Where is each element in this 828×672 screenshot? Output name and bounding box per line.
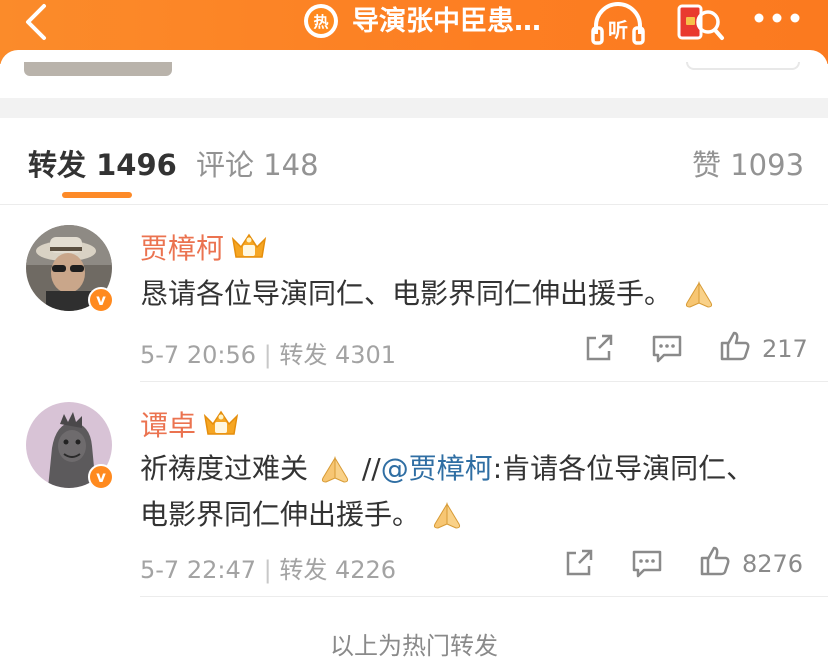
tab-reposts[interactable]: 转发 1496 [28,142,177,184]
verified-badge: v [88,464,114,490]
repost-meta: 5-7 20:56 | 转发 4301 [140,335,396,370]
meta-separator: | [263,556,280,584]
tab-comments[interactable]: 评论 148 [196,142,319,184]
repost-time: 5-7 20:56 [140,341,256,369]
like-thumb-icon[interactable] [718,329,752,363]
tabs-divider [0,204,828,205]
section-gap [0,98,828,118]
username[interactable]: 谭卓 [140,404,196,444]
hot-badge-text: 热 [308,8,334,34]
username[interactable]: 贾樟柯 [140,227,224,267]
repost-count[interactable]: 转发 4226 [279,556,396,584]
comment-icon[interactable] [650,331,684,365]
hot-reposts-footer: 以上为热门转发 [330,632,498,660]
more-options-icon[interactable] [752,8,802,28]
repost-text-prefix: 祈祷度过难关 [140,452,309,485]
share-icon[interactable] [582,331,616,365]
meta-separator: | [263,341,280,369]
vip-crown-icon [203,410,239,435]
listen-headphones-icon[interactable]: 听 [590,0,646,46]
repost-text-body: 恳请各位导演同仁、电影界同仁伸出援手。 [140,277,673,310]
tab-likes[interactable]: 赞 1093 [692,142,804,184]
hot-topic-badge: 热 [304,4,338,38]
comment-icon[interactable] [630,546,664,580]
page-title[interactable]: 导演张中臣患… [352,2,541,42]
listen-label: 听 [608,18,628,42]
active-tab-indicator [62,192,132,198]
post-thumbnail-edge [24,62,172,76]
item-divider [140,596,828,597]
item-divider [140,381,828,382]
verified-badge: v [88,287,114,313]
praying-hands-emoji-icon [321,456,348,483]
red-packet-search-icon[interactable] [676,2,726,44]
praying-hands-emoji-icon [685,281,712,308]
repost-text-suffix: :肯请各位导演同仁、 [492,452,755,485]
interaction-tabs: 转发 1496 评论 148 赞 1093 [0,118,828,204]
repost-text: 祈祷度过难关 //@贾樟柯:肯请各位导演同仁、 电影界同仁伸出援手。 [140,446,812,538]
repost-time: 5-7 22:47 [140,556,256,584]
like-count: 8276 [742,550,804,578]
repost-text: 恳请各位导演同仁、电影界同仁伸出援手。 [140,271,812,317]
like-count: 217 [762,335,808,363]
vip-crown-icon [231,233,267,258]
repost-count[interactable]: 转发 4301 [279,341,396,369]
back-arrow-icon[interactable] [18,2,58,42]
repost-separator: // [352,452,381,485]
praying-hands-emoji-icon [433,502,460,529]
repost-text-line2: 电影界同仁伸出援手。 [140,498,421,531]
like-thumb-icon[interactable] [698,544,732,578]
mention-link[interactable]: @贾樟柯 [381,452,493,485]
follow-button-edge [686,62,800,70]
repost-meta: 5-7 22:47 | 转发 4226 [140,550,396,585]
share-icon[interactable] [562,546,596,580]
